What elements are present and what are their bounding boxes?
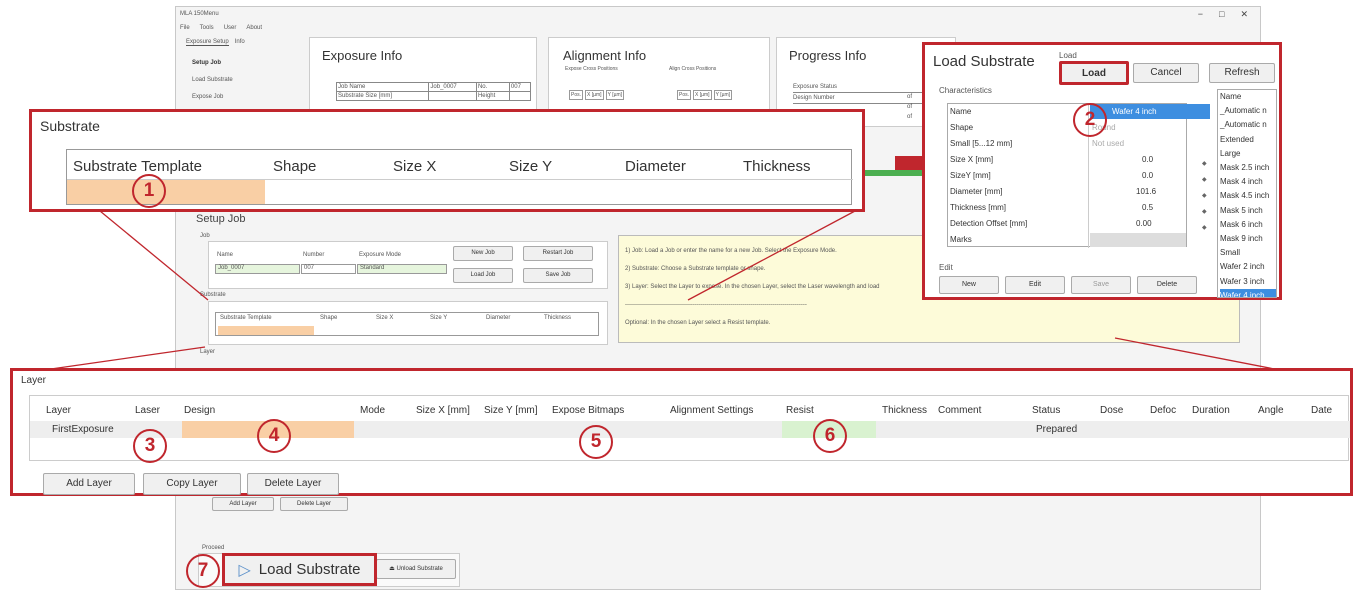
callout-6: 6: [813, 419, 847, 453]
template-list[interactable]: Name _Automatic n _Automatic n Extended …: [1217, 89, 1277, 298]
edit-group-label: Edit: [939, 263, 953, 272]
list-item[interactable]: _Automatic n: [1220, 118, 1276, 132]
callout-3: 3: [133, 429, 167, 463]
col-layer: Layer: [46, 405, 72, 416]
col-expose-bitmaps: Expose Bitmaps: [552, 405, 625, 416]
substrate-table: Substrate Template Shape Size X Size Y D…: [66, 149, 853, 205]
save-button[interactable]: Save: [1071, 276, 1131, 294]
diameter-value[interactable]: 101.6: [1136, 187, 1156, 196]
characteristics-grid: Name Wafer 4 inch Shape Round Small [5..…: [947, 103, 1210, 248]
delete-layer-button[interactable]: Delete Layer: [247, 473, 339, 495]
marks-label: Marks: [950, 235, 972, 244]
layer-name-cell[interactable]: FirstExposure: [52, 424, 114, 435]
col-dose: Dose: [1100, 405, 1124, 416]
thickness-value[interactable]: 0.5: [1142, 203, 1153, 212]
detection-offset-label: Detection Offset [mm]: [950, 219, 1028, 228]
col-defoc: Defoc: [1150, 405, 1177, 416]
col-laser: Laser: [135, 405, 161, 416]
col-date: Date: [1311, 405, 1333, 416]
list-item[interactable]: Extended: [1220, 133, 1276, 147]
small-label: Small [5...12 mm]: [950, 139, 1013, 148]
col-alignment-settings: Alignment Settings: [670, 405, 754, 416]
callout-1: 1: [132, 174, 166, 208]
thickness-label: Thickness [mm]: [950, 203, 1007, 212]
layer-zoom-box: Layer Layer Laser Design Mode Size X [mm…: [10, 368, 1353, 496]
layer-table: Layer Laser Design Mode Size X [mm] Size…: [29, 395, 1350, 461]
layer-status-cell: Prepared: [1036, 424, 1078, 435]
diameter-label: Diameter [mm]: [950, 187, 1003, 196]
load-substrate-title: Load Substrate: [933, 53, 1035, 70]
list-item[interactable]: Mask 5 inch: [1220, 204, 1276, 218]
col-size-x: Size X: [393, 158, 437, 175]
delete-button[interactable]: Delete: [1137, 276, 1197, 294]
list-item[interactable]: Mask 4.5 inch: [1220, 189, 1276, 203]
copy-layer-button[interactable]: Copy Layer: [143, 473, 241, 495]
col-substrate-template: Substrate Template: [73, 158, 202, 175]
new-button[interactable]: New: [939, 276, 999, 294]
list-header: Name: [1220, 92, 1242, 101]
list-item[interactable]: Mask 6 inch: [1220, 218, 1276, 232]
cancel-button[interactable]: Cancel: [1133, 63, 1199, 83]
col-resist: Resist: [786, 405, 814, 416]
substrate-zoom-box: Substrate Substrate Template Shape Size …: [29, 109, 865, 212]
list-item[interactable]: Small: [1220, 246, 1276, 260]
list-item-selected[interactable]: Wafer 4 inch: [1220, 288, 1276, 297]
list-item[interactable]: Mask 9 inch: [1220, 232, 1276, 246]
callout-4: 4: [257, 419, 291, 453]
progress-bar-fill: [855, 170, 930, 176]
col-size-y: Size Y: [509, 158, 553, 175]
col-shape: Shape: [273, 158, 317, 175]
callout-7: 7: [186, 554, 220, 588]
characteristics-label: Characteristics: [939, 86, 992, 95]
callout-5: 5: [579, 425, 613, 459]
list-item[interactable]: Wafer 2 inch: [1220, 260, 1276, 274]
col-mode: Mode: [360, 405, 386, 416]
spinner-icons[interactable]: ◆ ◆ ◆ ◆ ◆: [1202, 156, 1207, 236]
size-x-value[interactable]: 0.0: [1142, 155, 1153, 164]
edit-button[interactable]: Edit: [1005, 276, 1065, 294]
detection-offset-value[interactable]: 0.00: [1136, 219, 1152, 228]
row-divider: [67, 179, 853, 180]
small-value[interactable]: Not used: [1092, 139, 1124, 148]
list-item[interactable]: Mask 4 inch: [1220, 175, 1276, 189]
refresh-button[interactable]: Refresh: [1209, 63, 1275, 83]
name-value[interactable]: Wafer 4 inch: [1090, 104, 1210, 119]
col-angle: Angle: [1258, 405, 1284, 416]
name-label: Name: [950, 107, 972, 116]
col-duration: Duration: [1192, 405, 1230, 416]
col-comment: Comment: [938, 405, 982, 416]
layer-zoom-title: Layer: [21, 375, 47, 386]
substrate-template-cell[interactable]: [67, 180, 265, 204]
shape-label: Shape: [950, 123, 974, 132]
load-substrate-button[interactable]: ▷ Load Substrate: [222, 553, 377, 586]
size-y-value[interactable]: 0.0: [1142, 171, 1153, 180]
col-thickness: Thickness: [743, 158, 811, 175]
load-substrate-dialog: Load Substrate Load Load Cancel Refresh …: [922, 42, 1282, 300]
size-x-label: Size X [mm]: [950, 155, 994, 164]
col-thickness: Thickness: [882, 405, 928, 416]
load-button[interactable]: Load: [1059, 61, 1129, 85]
col-diameter: Diameter: [625, 158, 686, 175]
add-layer-button[interactable]: Add Layer: [43, 473, 135, 495]
callout-2: 2: [1073, 103, 1107, 137]
list-item[interactable]: Wafer 3 inch: [1220, 275, 1276, 289]
play-icon: ▷: [238, 561, 251, 579]
col-status: Status: [1032, 405, 1061, 416]
marks-value[interactable]: [1090, 233, 1186, 247]
size-y-label: SizeY [mm]: [950, 171, 991, 180]
col-size-y-mm: Size Y [mm]: [484, 405, 538, 416]
list-item[interactable]: Large: [1220, 147, 1276, 161]
list-item[interactable]: _Automatic n: [1220, 104, 1276, 118]
col-design: Design: [184, 405, 216, 416]
col-size-x-mm: Size X [mm]: [416, 405, 470, 416]
list-item[interactable]: Mask 2.5 inch: [1220, 161, 1276, 175]
substrate-zoom-title: Substrate: [40, 118, 100, 134]
load-group-label: Load: [1059, 51, 1077, 60]
